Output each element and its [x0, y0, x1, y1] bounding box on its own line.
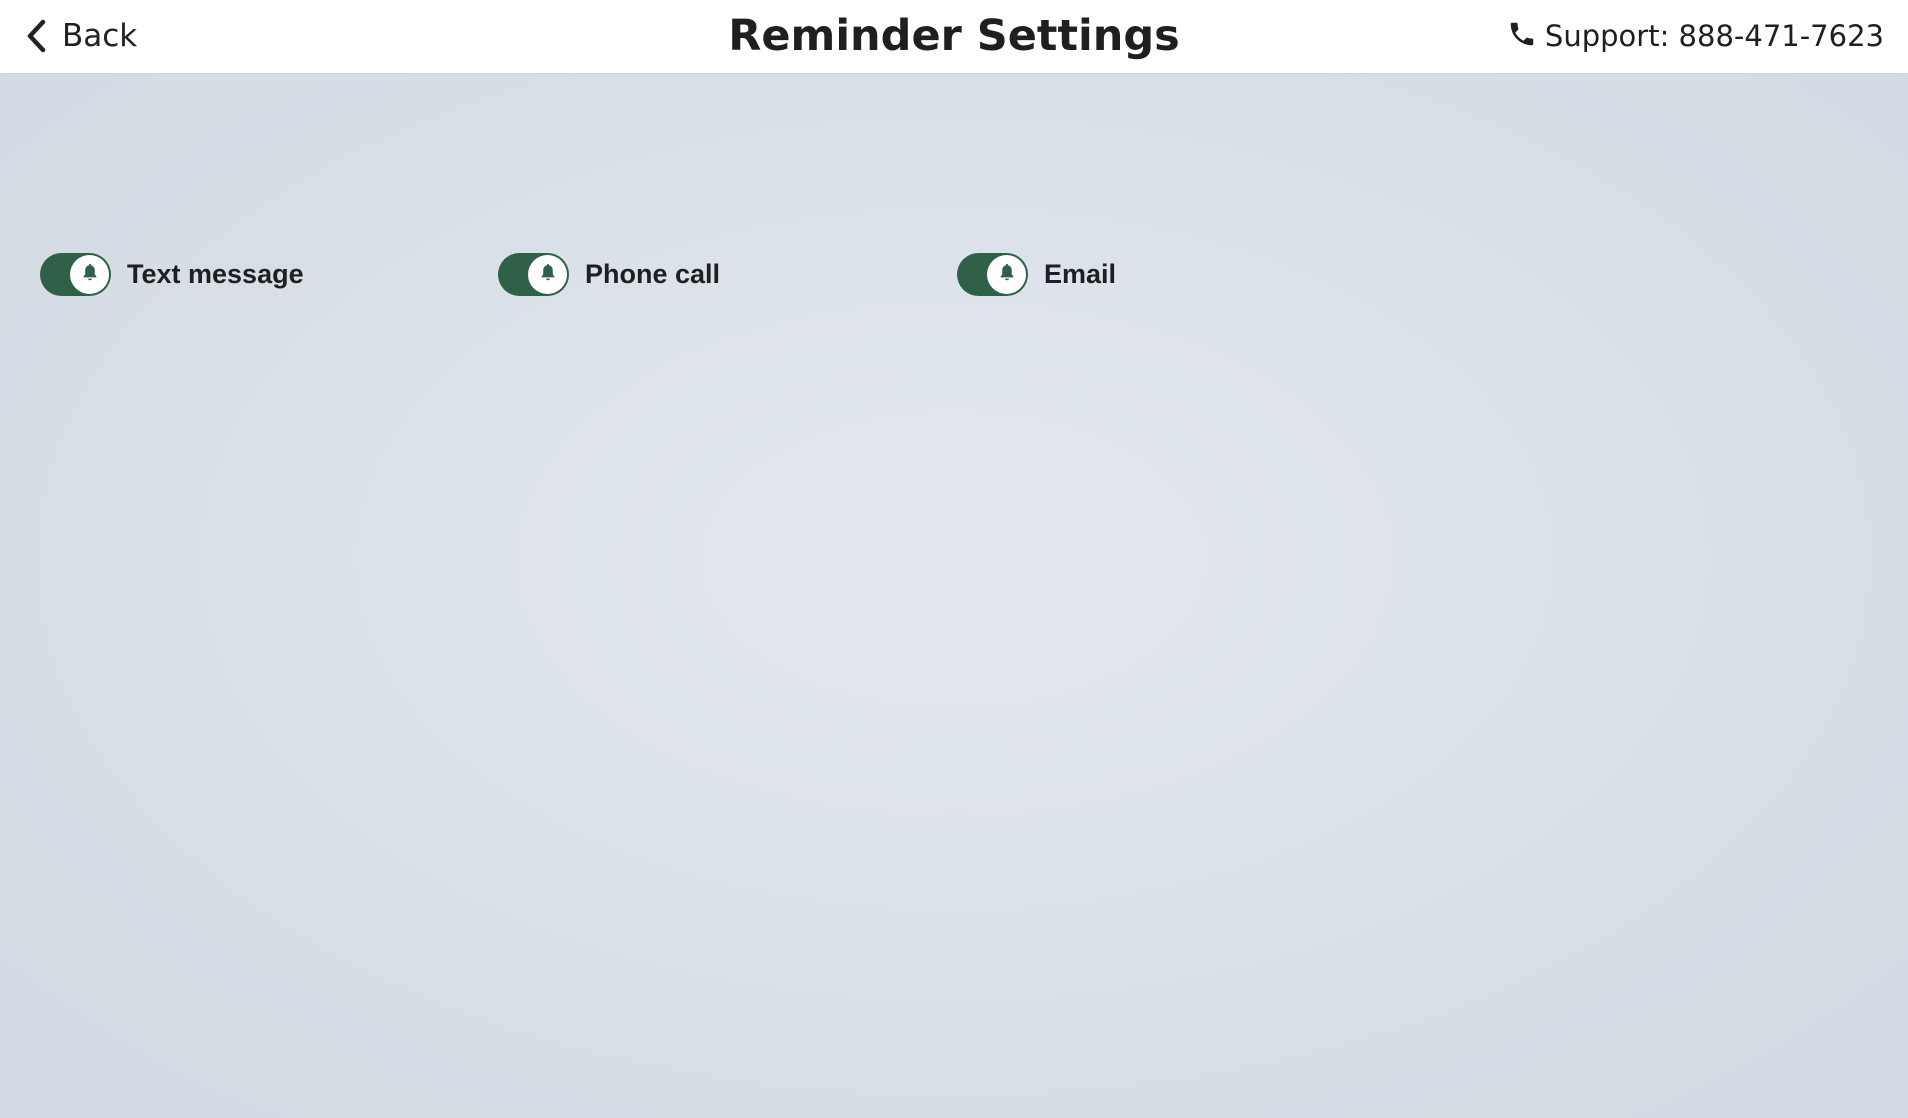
phone-call-toggle[interactable] — [498, 252, 569, 296]
bell-icon — [79, 261, 101, 287]
reminder-option-phone-call: Phone call — [498, 250, 720, 298]
email-toggle[interactable] — [957, 252, 1028, 296]
text-message-label: Text message — [127, 258, 304, 289]
toggle-knob — [70, 254, 109, 294]
back-button[interactable]: Back — [26, 14, 137, 58]
reminder-option-email: Email — [957, 250, 1116, 298]
toggle-knob — [528, 254, 567, 294]
support-contact[interactable]: Support: 888-471-7623 — [1507, 14, 1884, 58]
reminder-option-text-message: Text message — [40, 250, 304, 298]
email-label: Email — [1044, 258, 1117, 289]
bell-icon — [996, 261, 1018, 287]
phone-icon — [1507, 19, 1537, 53]
toggle-knob — [987, 254, 1026, 294]
bell-icon — [537, 261, 559, 287]
back-label: Back — [62, 18, 138, 54]
top-bar: Back Reminder Settings Support: 888-471-… — [0, 0, 1908, 74]
phone-call-label: Phone call — [585, 258, 721, 289]
chevron-left-icon — [26, 18, 48, 54]
text-message-toggle[interactable] — [40, 252, 111, 296]
support-phone-text: Support: 888-471-7623 — [1544, 19, 1884, 53]
reminder-options: Text message Phone call Email — [0, 250, 1908, 298]
reminder-settings-screen: Back Reminder Settings Support: 888-471-… — [0, 0, 1908, 1118]
